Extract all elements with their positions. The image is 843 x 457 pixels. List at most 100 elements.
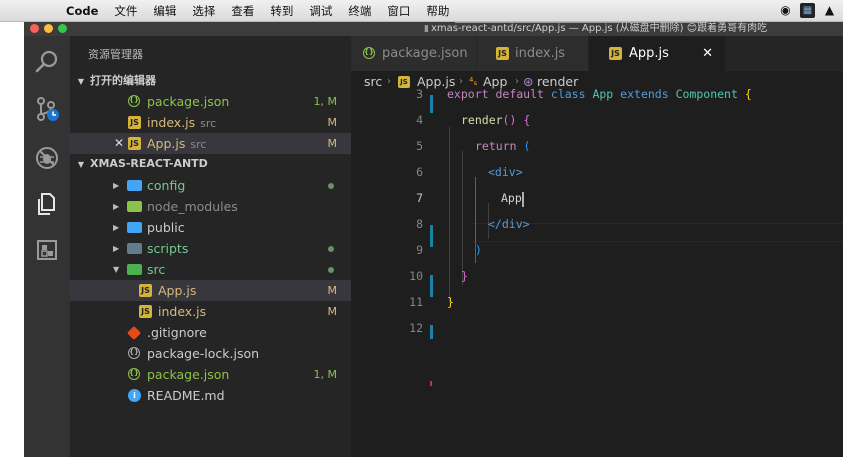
json-file-icon: {} xyxy=(363,47,375,59)
git-status-badge: 1, M xyxy=(313,95,337,108)
source-control-icon[interactable] xyxy=(24,91,70,127)
indent-guide xyxy=(449,127,450,303)
folder-icon xyxy=(127,222,142,233)
line-number: 10 xyxy=(409,269,423,283)
file-name: App.js xyxy=(158,283,197,298)
js-file-icon: JS xyxy=(128,116,141,129)
js-file-icon: JS xyxy=(139,305,152,318)
window-controls xyxy=(30,24,67,33)
line-number: 9 xyxy=(416,243,423,257)
tree-folder-src[interactable]: ▼ src xyxy=(70,259,351,280)
open-editor-item-active[interactable]: ✕ JS App.js src M xyxy=(70,133,351,154)
code-line: <div> xyxy=(488,165,523,179)
folder-name: src xyxy=(147,262,166,277)
open-editor-item[interactable]: JS index.js src M xyxy=(70,112,351,133)
tab-label: index.js xyxy=(515,46,566,61)
sidebar-title: 资源管理器 xyxy=(88,48,143,61)
project-header[interactable]: ▼ XMAS-REACT-ANTD xyxy=(70,154,351,174)
tree-folder-public[interactable]: ▶ public xyxy=(70,217,351,238)
app-tray-icon[interactable]: ▦ xyxy=(800,3,815,18)
folder-open-icon xyxy=(127,264,142,275)
json-file-icon: {} xyxy=(128,368,140,380)
code-line: ) xyxy=(475,243,482,257)
menu-bar: Code 文件 编辑 选择 查看 转到 调试 终端 窗口 帮助 ◉ ▦ ▲ xyxy=(0,0,843,22)
folder-name: scripts xyxy=(147,241,189,256)
zoom-window-icon[interactable] xyxy=(58,24,67,33)
menu-go[interactable]: 转到 xyxy=(270,3,293,19)
editor-tabs: {} package.json JS index.js JS App.js ✕ xyxy=(351,36,843,71)
menu-terminal[interactable]: 终端 xyxy=(348,3,371,19)
modified-gutter-bar xyxy=(430,225,433,247)
extensions-icon[interactable] xyxy=(24,232,70,268)
menu-view[interactable]: 查看 xyxy=(231,3,254,19)
file-name: index.js xyxy=(147,115,196,130)
close-tab-icon[interactable]: ✕ xyxy=(702,36,713,71)
tab-label: package.json xyxy=(382,46,468,61)
caret-down-icon: ▼ xyxy=(77,160,85,169)
chevron-down-icon: ▼ xyxy=(113,265,120,274)
tree-folder-node-modules[interactable]: ▶ node_modules xyxy=(70,196,351,217)
tree-file-app-js[interactable]: JS App.js M xyxy=(70,280,351,301)
tree-file-package-json[interactable]: {} package.json 1, M xyxy=(70,364,351,385)
modified-dot xyxy=(328,246,334,252)
tree-folder-scripts[interactable]: ▶ scripts xyxy=(70,238,351,259)
line-number: 8 xyxy=(416,217,423,231)
code-line: </div> xyxy=(488,217,530,231)
explorer-icon[interactable] xyxy=(24,186,70,222)
tab-package-json[interactable]: {} package.json xyxy=(351,36,476,71)
debug-icon[interactable] xyxy=(24,140,70,176)
tree-file-index-js[interactable]: JS index.js M xyxy=(70,301,351,322)
folder-icon xyxy=(127,201,142,212)
window-title: xmas-react-antd/src/App.js — App.js (从磁盘… xyxy=(424,22,767,36)
vscode-window: xmas-react-antd/src/App.js — App.js (从磁盘… xyxy=(24,22,843,457)
open-editors-header[interactable]: ▼ 打开的编辑器 xyxy=(70,71,351,91)
open-editor-item[interactable]: {} package.json 1, M xyxy=(70,91,351,112)
explorer-sidebar: 资源管理器 ▼ 打开的编辑器 {} package.json 1, M JS in… xyxy=(70,36,351,457)
git-status-badge: M xyxy=(327,116,338,129)
caret-down-icon: ▼ xyxy=(77,77,85,86)
control-icon[interactable]: ▲ xyxy=(822,3,837,18)
git-status-badge: M xyxy=(327,284,338,297)
git-status-badge: M xyxy=(327,137,338,150)
modified-gutter-bar xyxy=(430,95,433,113)
line-number: 12 xyxy=(409,321,423,335)
menu-selection[interactable]: 选择 xyxy=(192,3,215,19)
git-status-badge: M xyxy=(327,305,338,318)
tree-file-package-lock[interactable]: {} package-lock.json xyxy=(70,343,351,364)
line-number: 11 xyxy=(409,295,423,309)
minimize-window-icon[interactable] xyxy=(44,24,53,33)
line-number: 4 xyxy=(416,113,423,127)
tree-folder-config[interactable]: ▶ config xyxy=(70,175,351,196)
file-folder: src xyxy=(190,138,207,151)
menu-edit[interactable]: 编辑 xyxy=(153,3,176,19)
modified-gutter-bar xyxy=(430,325,433,339)
modified-dot xyxy=(328,267,334,273)
folder-icon xyxy=(127,180,142,191)
git-status-badge: 1, M xyxy=(313,368,337,381)
js-file-icon: JS xyxy=(496,47,509,60)
indent-guide xyxy=(462,151,463,285)
menu-debug[interactable]: 调试 xyxy=(309,3,332,19)
close-window-icon[interactable] xyxy=(30,24,39,33)
line-number: 5 xyxy=(416,139,423,153)
menu-help[interactable]: 帮助 xyxy=(426,3,449,19)
search-icon[interactable] xyxy=(24,44,70,80)
file-name: README.md xyxy=(147,388,225,403)
tab-index-js[interactable]: JS index.js xyxy=(477,36,588,71)
menu-window[interactable]: 窗口 xyxy=(387,3,410,19)
close-icon[interactable]: ✕ xyxy=(114,133,124,154)
tree-file-gitignore[interactable]: .gitignore xyxy=(70,322,351,343)
menu-file[interactable]: 文件 xyxy=(114,3,137,19)
tab-app-js[interactable]: JS App.js ✕ xyxy=(589,36,725,71)
title-bar: xmas-react-antd/src/App.js — App.js (从磁盘… xyxy=(24,22,843,36)
git-icon xyxy=(126,325,142,341)
code-editor[interactable]: 3 4 5 6 7 8 9 10 11 12 export default cl… xyxy=(351,87,843,457)
app-menu[interactable]: Code xyxy=(66,4,98,18)
tree-file-readme[interactable]: i README.md xyxy=(70,385,351,406)
record-icon[interactable]: ◉ xyxy=(778,3,793,18)
line-number: 7 xyxy=(416,191,423,205)
file-name: package-lock.json xyxy=(147,346,260,361)
folder-name: config xyxy=(147,178,186,193)
js-file-icon: JS xyxy=(139,284,152,297)
activity-bar xyxy=(24,36,70,457)
